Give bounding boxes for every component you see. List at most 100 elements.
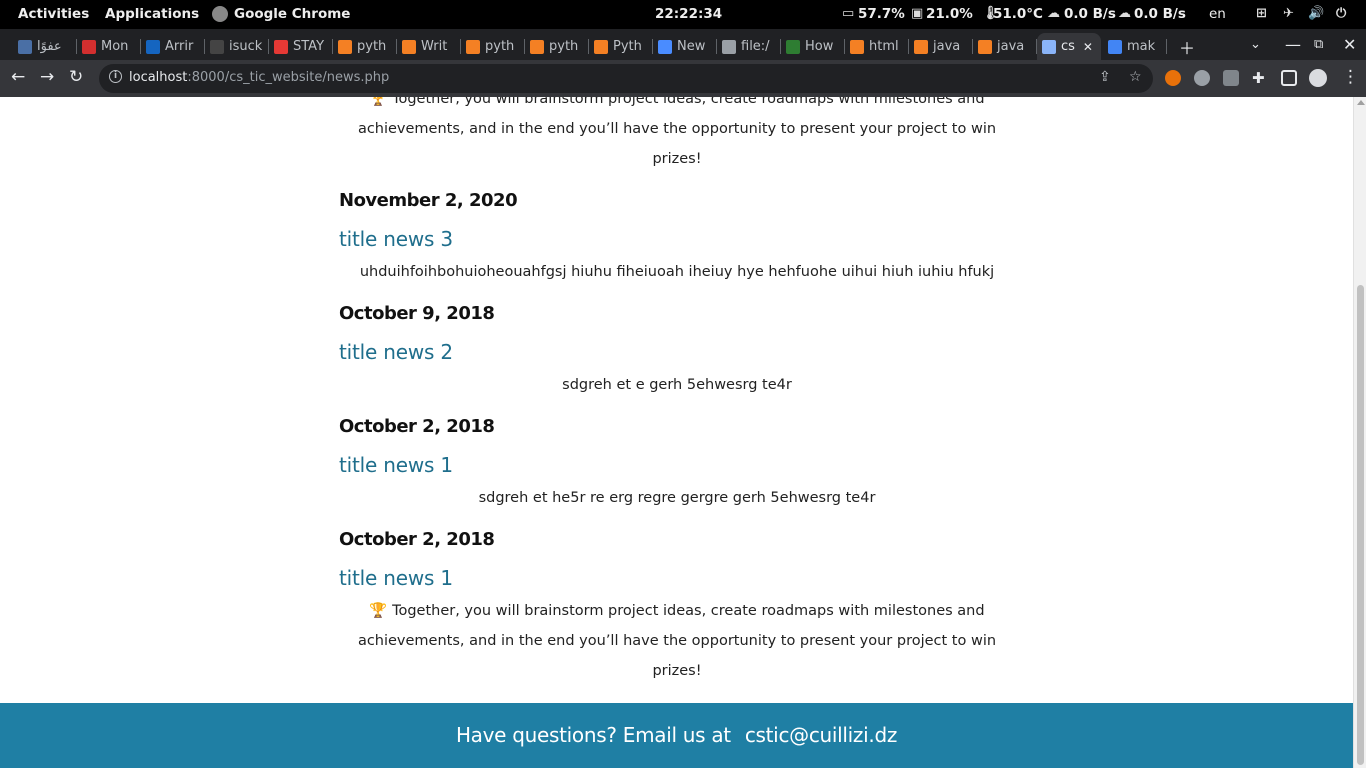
close-window-button[interactable]: ✕ (1343, 35, 1356, 54)
link-icon (722, 39, 736, 54)
news-title-link[interactable]: title news 3 (339, 227, 1015, 251)
upload-value: 0.0 B/s (1134, 6, 1186, 22)
page-scrollbar[interactable] (1353, 97, 1366, 768)
news-item: October 9, 2018 title news 2 sdgreh et e… (339, 303, 1015, 400)
url-host: localhost (129, 70, 188, 85)
tab-label: Writ (421, 39, 448, 54)
github-icon (210, 39, 224, 54)
bookmark-star-icon[interactable]: ☆ (1129, 69, 1142, 85)
news-body: sdgreh et he5r re erg regre gergre gerh … (478, 490, 876, 506)
browser-tab[interactable]: Writ (397, 33, 461, 60)
browser-toolbar: ← → ↻ i localhost:8000/cs_tic_website/ne… (0, 60, 1366, 97)
close-tab-icon[interactable]: ✕ (1083, 40, 1093, 54)
news-title-link[interactable]: title news 1 (339, 566, 1015, 590)
news-item: November 2, 2020 title news 3 uhduihfoih… (339, 190, 1015, 287)
footer-email-link[interactable]: cstic@cuillizi.dz (745, 723, 898, 747)
footer-prompt: Have questions? Email us at (455, 723, 731, 747)
browser-tab[interactable]: Arrir (141, 33, 205, 60)
browser-tab[interactable]: isuck (205, 33, 269, 60)
web-page: 🏆 Together, you will brainstorm project … (0, 97, 1353, 768)
extensions-puzzle-icon[interactable]: ✚ (1252, 69, 1265, 87)
reload-button[interactable]: ↻ (69, 67, 83, 87)
browser-tab[interactable]: عفوًا (13, 33, 77, 60)
tab-label: STAY (293, 39, 325, 54)
browser-tab[interactable]: html (845, 33, 909, 60)
news-item: October 2, 2018 title news 1 sdgreh et h… (339, 416, 1015, 513)
stream-icon (658, 39, 672, 54)
applications-menu[interactable]: Applications (105, 6, 199, 22)
browser-tab[interactable]: cs ✕ (1037, 33, 1101, 60)
chrome-menu-icon[interactable]: ⋮ (1342, 67, 1359, 87)
tab-label: Arrir (165, 39, 194, 54)
site-info-icon[interactable]: i (109, 70, 122, 83)
browser-tab[interactable]: Pyth (589, 33, 653, 60)
back-button[interactable]: ← (11, 67, 25, 87)
power-icon[interactable]: ⏻ (1336, 6, 1346, 21)
side-panel-icon[interactable] (1281, 70, 1297, 86)
battery-icon: ▭ (842, 6, 855, 21)
tab-label: pyth (485, 39, 515, 54)
news-list: 🏆 Together, you will brainstorm project … (339, 97, 1015, 686)
tab-label: pyth (357, 39, 387, 54)
language-indicator[interactable]: en (1209, 6, 1226, 22)
extension-a-icon[interactable] (1223, 70, 1239, 86)
download-value: 0.0 B/s (1064, 6, 1116, 22)
extension-fox-icon[interactable] (1165, 70, 1181, 86)
tab-label: mak (1127, 39, 1156, 54)
browser-tab[interactable]: file:/ (717, 33, 781, 60)
stackoverflow-icon (338, 39, 352, 54)
profile-avatar[interactable] (1309, 69, 1327, 87)
tab-label: Pyth (613, 39, 642, 54)
site-footer: Have questions? Email us at cstic@cuilliz… (0, 703, 1353, 768)
upload-icon: ☁ (1118, 6, 1131, 21)
battery-value: 57.7% (858, 6, 905, 22)
volume-icon[interactable]: 🔊 (1308, 6, 1324, 21)
scroll-up-arrow-icon[interactable] (1357, 100, 1365, 105)
tab-strip: ＋ ⌄ — ⧉ ✕ عفوًا Mon Arrir isuck STAY pyth Writ… (0, 29, 1366, 60)
browser-tab[interactable]: java (909, 33, 973, 60)
news-body: 🏆 Together, you will brainstorm project … (357, 603, 997, 679)
link-icon (1042, 39, 1056, 54)
glasses-icon (786, 39, 800, 54)
minimize-button[interactable]: — (1285, 35, 1301, 54)
browser-tab[interactable]: How (781, 33, 845, 60)
news-date: November 2, 2020 (339, 190, 518, 211)
news-date: October 9, 2018 (339, 303, 495, 324)
browser-tab[interactable]: mak (1103, 33, 1167, 60)
browser-tab[interactable]: pyth (461, 33, 525, 60)
tab-search-chevron-icon[interactable]: ⌄ (1250, 37, 1261, 52)
news-item: October 2, 2018 title news 1 🏆 Together,… (339, 529, 1015, 686)
browser-tab[interactable]: Mon (77, 33, 141, 60)
airplane-icon[interactable]: ✈ (1283, 6, 1294, 21)
memory-icon: ▣ (911, 6, 924, 21)
browser-tab[interactable]: STAY (269, 33, 333, 60)
browser-tab[interactable]: pyth (525, 33, 589, 60)
tab-label: How (805, 39, 834, 54)
browser-tab[interactable]: pyth (333, 33, 397, 60)
forward-button[interactable]: → (40, 67, 54, 87)
browser-tab[interactable]: java (973, 33, 1037, 60)
share-icon[interactable]: ⇪ (1099, 69, 1111, 85)
chrome-app-icon (212, 6, 228, 22)
tab-label: pyth (549, 39, 579, 54)
tab-separator (1166, 39, 1167, 54)
network-icon[interactable]: ⊞ (1256, 6, 1267, 21)
clock[interactable]: 22:22:34 (655, 6, 722, 22)
restore-button[interactable]: ⧉ (1314, 37, 1323, 52)
active-app-label[interactable]: Google Chrome (234, 6, 350, 22)
memory-value: 21.0% (926, 6, 973, 22)
news-title-link[interactable]: title news 2 (339, 340, 1015, 364)
tab-label: file:/ (741, 39, 770, 54)
news-body: uhduihfoihbohuioheouahfgsj hiuhu fiheiuo… (359, 264, 995, 280)
extension-shield-icon[interactable] (1194, 70, 1210, 86)
url-text[interactable]: localhost:8000/cs_tic_website/news.php (129, 70, 389, 85)
address-bar[interactable]: i localhost:8000/cs_tic_website/news.php… (99, 64, 1153, 93)
system-top-bar: Activities Applications Google Chrome 22… (0, 0, 1366, 29)
browser-tab[interactable]: New (653, 33, 717, 60)
fleur-de-lis-icon (146, 39, 160, 54)
news-title-link[interactable]: title news 1 (339, 453, 1015, 477)
new-tab-button[interactable]: ＋ (1179, 35, 1195, 59)
activities-button[interactable]: Activities (18, 6, 89, 22)
stackoverflow-icon (594, 39, 608, 54)
scrollbar-thumb[interactable] (1357, 285, 1364, 765)
